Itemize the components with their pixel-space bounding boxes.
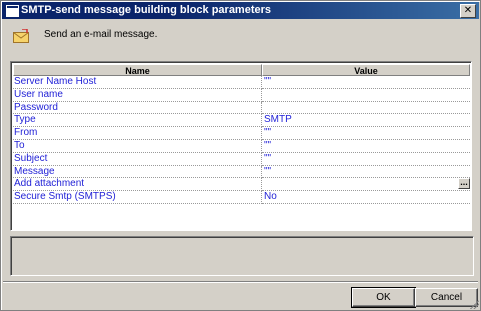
table-row[interactable]: Server Name Host "" <box>13 76 470 89</box>
browse-attachment-button[interactable]: ... <box>458 178 470 190</box>
window-icon <box>6 5 19 17</box>
param-value[interactable]: "" <box>262 140 470 153</box>
table-row[interactable]: Secure Smtp (SMTPS) No <box>13 191 470 204</box>
param-name[interactable]: Message <box>13 165 262 179</box>
param-value[interactable]: "" <box>262 166 470 179</box>
table-row[interactable]: Add attachment ... <box>13 178 470 192</box>
param-name[interactable]: From <box>13 127 262 140</box>
column-header-value[interactable]: Value <box>262 64 470 76</box>
column-header-name[interactable]: Name <box>13 64 262 76</box>
title-bar[interactable]: SMTP-send message building block paramet… <box>2 2 479 19</box>
envelope-icon <box>13 29 29 43</box>
resize-grip-icon[interactable] <box>469 299 479 309</box>
param-name[interactable]: Password <box>13 101 262 115</box>
param-value[interactable]: "" <box>262 153 470 166</box>
window-title: SMTP-send message building block paramet… <box>21 4 272 16</box>
grid-rows: Server Name Host "" User name Password T… <box>13 76 470 204</box>
param-name[interactable]: Subject <box>13 152 262 166</box>
description-text: Send an e-mail message. <box>44 29 158 40</box>
param-value[interactable]: ... <box>262 178 470 192</box>
param-name[interactable]: To <box>13 139 262 153</box>
table-row[interactable]: Subject "" <box>13 152 470 166</box>
help-panel <box>10 236 474 276</box>
param-value[interactable]: SMTP <box>262 114 470 128</box>
grid-header: Name Value <box>13 64 470 76</box>
table-row[interactable]: Message "" <box>13 165 470 179</box>
ok-button[interactable]: OK <box>351 287 416 308</box>
param-value[interactable] <box>262 102 470 115</box>
table-row[interactable]: To "" <box>13 139 470 153</box>
param-value[interactable]: "" <box>262 127 470 140</box>
param-value[interactable]: "" <box>262 76 470 89</box>
param-name[interactable]: Type <box>13 114 262 128</box>
close-button[interactable]: ✕ <box>460 4 476 18</box>
param-name[interactable]: Server Name Host <box>13 76 262 89</box>
table-row[interactable]: Type SMTP <box>13 114 470 128</box>
table-row[interactable]: From "" <box>13 127 470 140</box>
param-name[interactable]: Add attachment <box>13 178 262 192</box>
param-value[interactable] <box>262 89 470 102</box>
table-row[interactable]: Password <box>13 101 470 115</box>
parameters-grid: Name Value Server Name Host "" User name… <box>10 61 472 231</box>
table-row[interactable]: User name <box>13 88 470 102</box>
param-name[interactable]: User name <box>13 88 262 102</box>
param-name[interactable]: Secure Smtp (SMTPS) <box>13 191 262 204</box>
param-value[interactable]: No <box>262 191 470 204</box>
divider <box>3 281 478 283</box>
dialog-window: SMTP-send message building block paramet… <box>0 0 481 311</box>
